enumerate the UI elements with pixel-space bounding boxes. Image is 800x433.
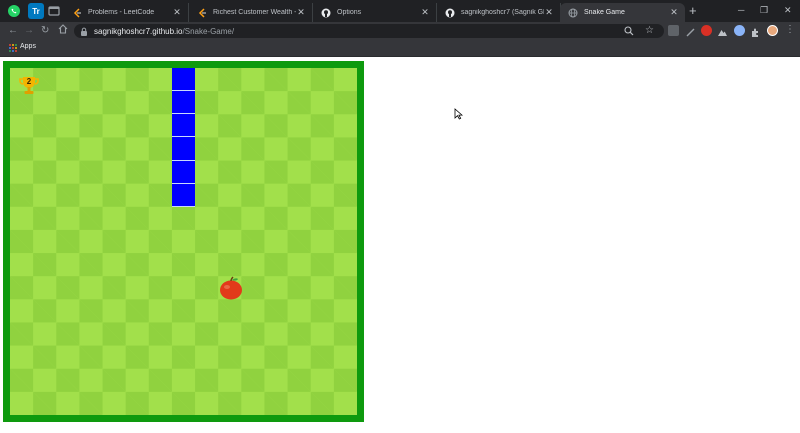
leetcode-icon bbox=[72, 7, 82, 18]
tab-title: Options bbox=[337, 9, 362, 16]
address-bar[interactable]: sagnikghoshcr7.github.io/Snake-Game/ ☆ bbox=[74, 24, 664, 38]
back-arrow-icon[interactable]: ← bbox=[8, 25, 18, 37]
apps-grid-icon[interactable] bbox=[9, 44, 17, 52]
close-tab-icon[interactable]: ✕ bbox=[669, 7, 679, 18]
bookmark-star-icon[interactable]: ☆ bbox=[645, 24, 654, 38]
snake-tail-segment bbox=[171, 183, 196, 207]
bookmarks-bar: Apps bbox=[0, 40, 800, 57]
pinned-tab-trello[interactable]: Tr bbox=[28, 3, 44, 19]
tab-strip: Tr Problems - LeetCode ✕ Richest Custome… bbox=[0, 0, 800, 22]
minimize-icon[interactable]: ─ bbox=[738, 4, 744, 16]
tab-title: sagnikghoshcr7 (Sagnik Ghosh) bbox=[461, 9, 544, 16]
extensions-puzzle-icon[interactable] bbox=[750, 25, 761, 37]
tab-snake-game[interactable]: Snake Game ✕ bbox=[560, 3, 685, 22]
mouse-cursor-icon bbox=[454, 108, 463, 120]
zoom-icon[interactable] bbox=[624, 26, 634, 36]
home-icon[interactable] bbox=[58, 24, 68, 38]
leetcode-icon bbox=[197, 7, 207, 18]
extension-mountain-icon[interactable] bbox=[717, 25, 728, 36]
close-tab-icon[interactable]: ✕ bbox=[420, 7, 430, 18]
pinned-tab-whatsapp[interactable] bbox=[6, 3, 22, 19]
window-icon bbox=[48, 6, 60, 16]
snake-head-segment bbox=[171, 68, 196, 92]
tab-title: Problems - LeetCode bbox=[88, 9, 155, 16]
profile-avatar[interactable] bbox=[767, 25, 778, 36]
snake-segment bbox=[171, 160, 196, 184]
globe-icon bbox=[568, 8, 578, 18]
game-border: 2 bbox=[3, 61, 364, 422]
extension-color-icon[interactable] bbox=[734, 25, 745, 36]
tab-problems-leetcode[interactable]: Problems - LeetCode ✕ bbox=[64, 3, 189, 22]
restore-icon[interactable]: ❐ bbox=[760, 4, 768, 16]
snake-segment bbox=[171, 114, 196, 138]
extension-badge-icon[interactable] bbox=[701, 25, 712, 36]
snake-segment bbox=[171, 91, 196, 115]
tab-title: Snake Game bbox=[584, 9, 625, 16]
github-icon bbox=[321, 8, 331, 18]
forward-arrow-icon[interactable]: → bbox=[24, 25, 34, 37]
reload-icon[interactable]: ↻ bbox=[41, 25, 49, 37]
tab-title: Richest Customer Wealth - LeetC bbox=[213, 9, 296, 16]
tab-richest-customer-wealth[interactable]: Richest Customer Wealth - LeetC ✕ bbox=[189, 3, 313, 22]
tab-github-profile[interactable]: sagnikghoshcr7 (Sagnik Ghosh) ✕ bbox=[437, 3, 561, 22]
game-board[interactable]: 2 bbox=[10, 68, 357, 415]
close-tab-icon[interactable]: ✕ bbox=[172, 7, 182, 18]
url-path: /Snake-Game/ bbox=[182, 26, 235, 36]
whatsapp-icon bbox=[8, 5, 20, 17]
close-window-icon[interactable]: ✕ bbox=[784, 4, 792, 16]
url-host: sagnikghoshcr7.github.io bbox=[94, 26, 183, 36]
new-tab-button[interactable]: + bbox=[689, 4, 697, 17]
github-icon bbox=[445, 8, 455, 18]
tab-options[interactable]: Options ✕ bbox=[313, 3, 437, 22]
bookmark-apps[interactable]: Apps bbox=[20, 43, 36, 50]
close-tab-icon[interactable]: ✕ bbox=[544, 7, 554, 18]
close-tab-icon[interactable]: ✕ bbox=[296, 7, 306, 18]
trello-icon: Tr bbox=[32, 6, 40, 16]
extension-slash-icon[interactable] bbox=[685, 25, 696, 37]
score-value: 2 bbox=[26, 77, 32, 86]
apple-icon bbox=[219, 276, 242, 300]
url-text: sagnikghoshcr7.github.io/Snake-Game/ bbox=[94, 27, 234, 36]
menu-kebab-icon[interactable]: ⋮ bbox=[785, 24, 795, 36]
browser-toolbar: ← → ↻ sagnikghoshcr7.github.io/Snake-Gam… bbox=[0, 22, 800, 40]
lock-icon[interactable] bbox=[80, 27, 88, 36]
snake-segment bbox=[171, 137, 196, 161]
pinned-tab-window[interactable] bbox=[46, 3, 62, 19]
extension-icon[interactable] bbox=[668, 25, 679, 36]
